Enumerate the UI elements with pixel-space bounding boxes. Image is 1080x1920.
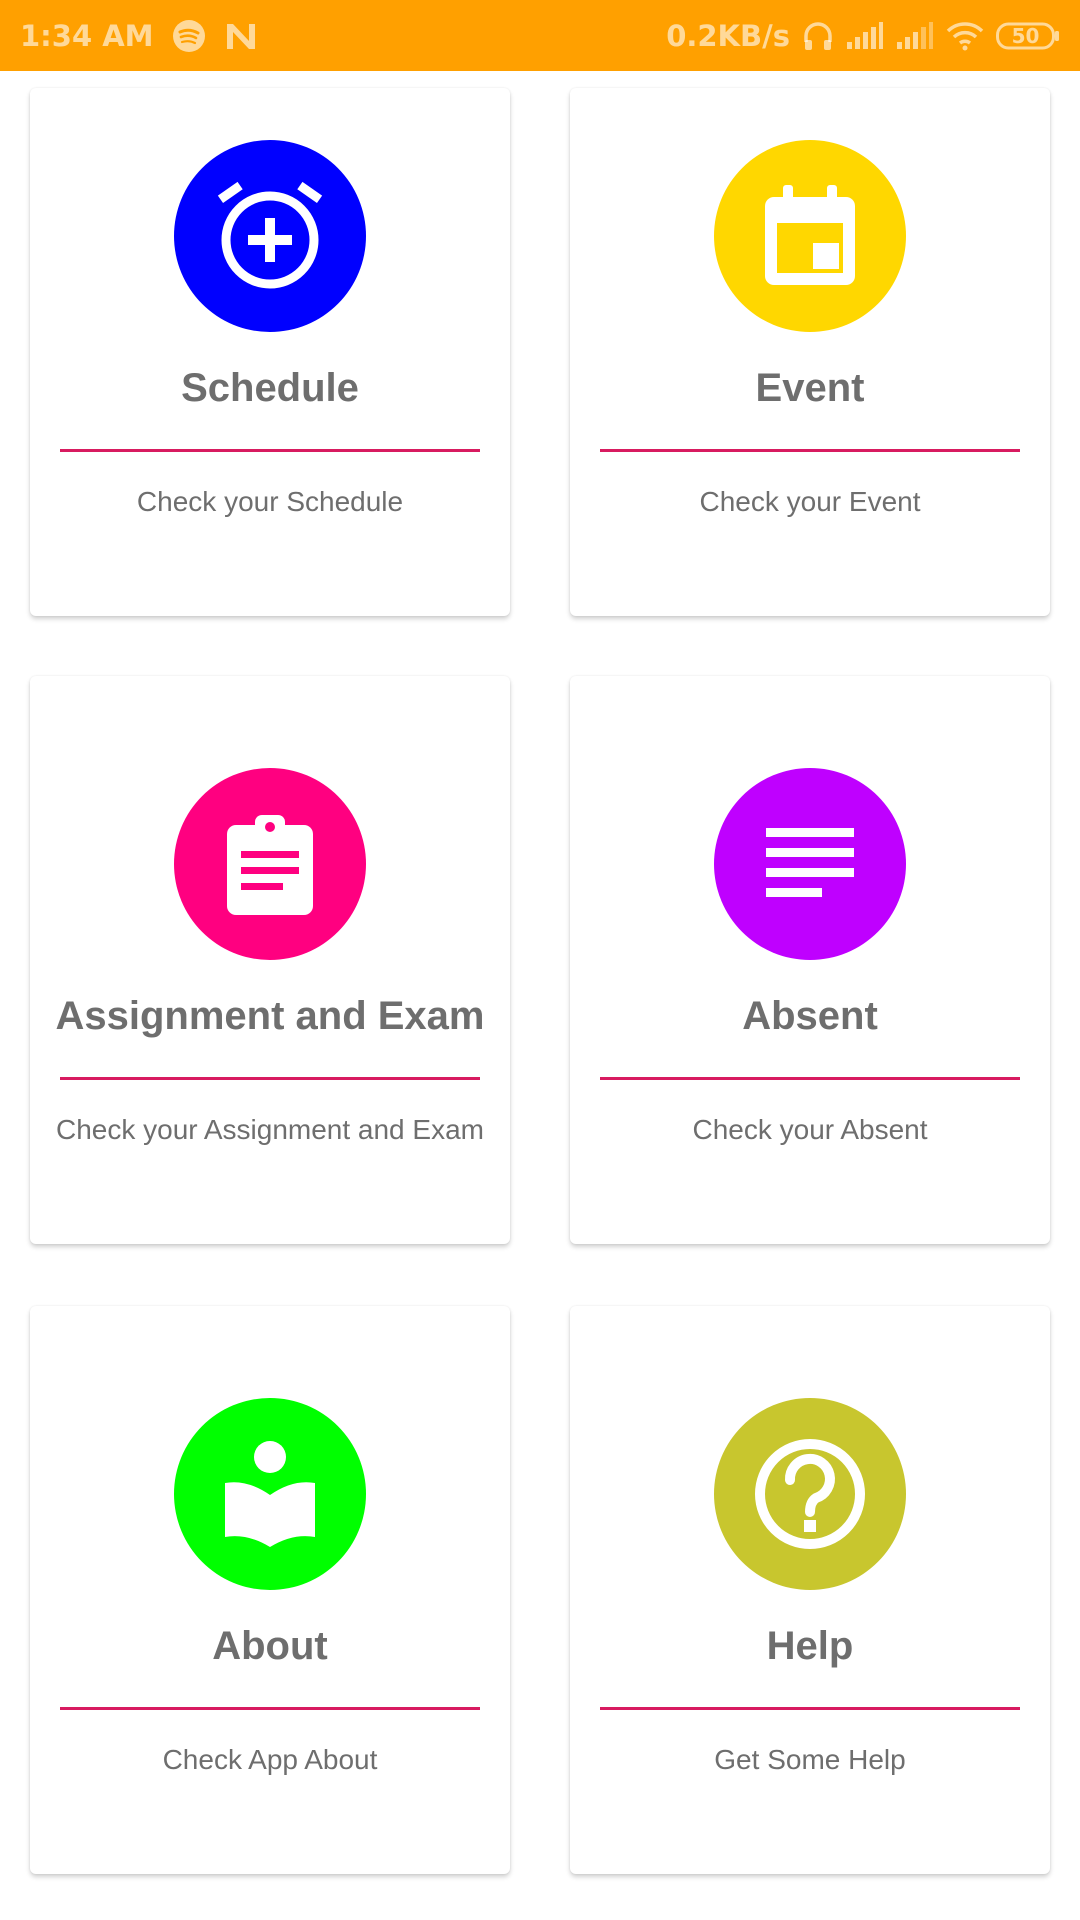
battery-level: 50: [1011, 23, 1040, 48]
battery-icon: 50: [996, 21, 1060, 51]
clipboard-icon: [227, 815, 313, 915]
help-circle-icon: [755, 1439, 865, 1549]
reader-book-icon: [225, 1441, 315, 1547]
about-title: About: [212, 1624, 328, 1668]
card-divider: [60, 1077, 480, 1080]
calendar-event-icon: [765, 185, 855, 285]
wifi-icon: [946, 21, 984, 51]
status-bar-left: 1:34 AM: [20, 0, 258, 71]
n-notification-icon: [224, 21, 258, 51]
status-bar: 1:34 AM 0.2KB/s 50: [0, 0, 1080, 71]
schedule-icon-circle: [174, 140, 366, 332]
event-subtitle: Check your Event: [699, 486, 921, 517]
menu-grid: Schedule Check your Schedule Event Check…: [0, 71, 1080, 1920]
about-card[interactable]: About Check App About: [30, 1306, 510, 1874]
event-icon-circle: [714, 140, 906, 332]
card-divider: [600, 449, 1020, 452]
network-speed: 0.2KB/s: [666, 18, 790, 53]
assignment-exam-title: Assignment and Exam: [55, 994, 485, 1038]
signal-icon: [846, 21, 884, 50]
help-card[interactable]: Help Get Some Help: [570, 1306, 1050, 1874]
absent-subtitle: Check your Absent: [692, 1114, 928, 1145]
assignment-exam-icon-circle: [174, 768, 366, 960]
assignment-exam-subtitle: Check your Assignment and Exam: [56, 1114, 484, 1145]
card-divider: [60, 449, 480, 452]
absent-icon-circle: [714, 768, 906, 960]
card-divider: [60, 1707, 480, 1710]
absent-card[interactable]: Absent Check your Absent: [570, 676, 1050, 1244]
card-divider: [600, 1077, 1020, 1080]
spotify-icon: [172, 19, 206, 53]
alarm-add-icon: [217, 181, 323, 289]
help-icon-circle: [714, 1398, 906, 1590]
about-icon-circle: [174, 1398, 366, 1590]
schedule-title: Schedule: [181, 366, 359, 410]
headset-icon: [802, 20, 834, 52]
card-divider: [600, 1707, 1020, 1710]
event-card[interactable]: Event Check your Event: [570, 88, 1050, 616]
schedule-subtitle: Check your Schedule: [136, 486, 404, 517]
schedule-card[interactable]: Schedule Check your Schedule: [30, 88, 510, 616]
help-title: Help: [766, 1624, 854, 1668]
status-time: 1:34 AM: [20, 18, 154, 53]
absent-title: Absent: [742, 994, 878, 1038]
status-bar-right: 0.2KB/s 50: [666, 0, 1060, 71]
about-subtitle: Check App About: [162, 1744, 378, 1775]
help-subtitle: Get Some Help: [714, 1744, 906, 1775]
event-title: Event: [755, 366, 865, 410]
signal-icon: [896, 21, 934, 50]
assignment-exam-card[interactable]: Assignment and Exam Check your Assignmen…: [30, 676, 510, 1244]
notes-icon: [766, 828, 854, 897]
